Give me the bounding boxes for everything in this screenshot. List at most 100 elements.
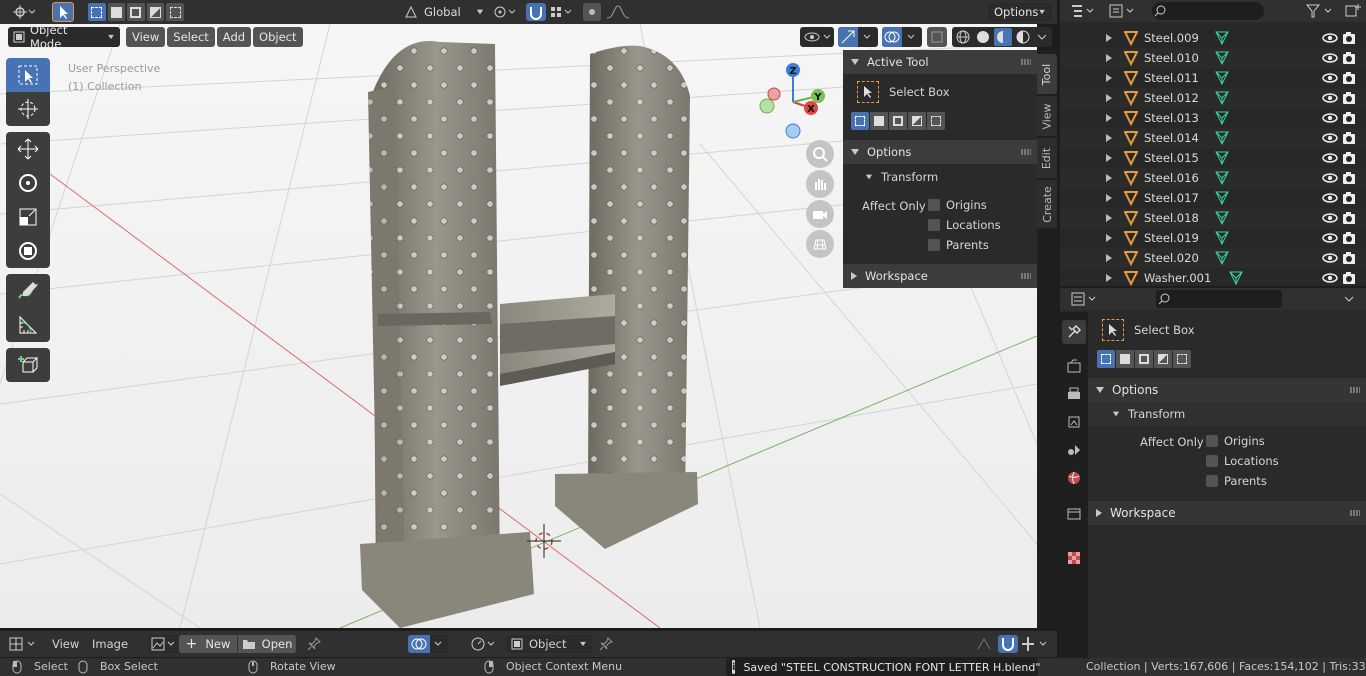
outliner-row[interactable]: Steel.014 — [1060, 128, 1366, 148]
outliner-row[interactable]: Steel.012 — [1060, 88, 1366, 108]
filter-icon[interactable] — [1304, 3, 1338, 19]
menu-object[interactable]: Object — [253, 27, 303, 47]
object-mode-dropdown[interactable]: Object Mode — [8, 23, 120, 51]
xray-toggle[interactable] — [927, 27, 947, 47]
expand-arrow-icon[interactable] — [1106, 254, 1112, 262]
gizmo-toggle[interactable] — [838, 27, 878, 47]
workspace-header[interactable]: Workspace — [843, 264, 1037, 288]
pin-icon[interactable] — [306, 636, 322, 652]
mesh-data-icon[interactable] — [1214, 170, 1230, 189]
mesh-data-icon[interactable] — [1214, 90, 1230, 109]
pivot-dropdown-image[interactable] — [468, 635, 498, 653]
eye-icon[interactable] — [1322, 71, 1338, 88]
editor-type-icon[interactable] — [8, 3, 40, 21]
outliner-row[interactable]: Steel.011 — [1060, 68, 1366, 88]
outliner-row[interactable]: Steel.019 — [1060, 228, 1366, 248]
new-image-button[interactable]: + New — [179, 635, 237, 653]
camera-render-icon[interactable] — [1342, 171, 1356, 188]
properties-check-parents[interactable]: Parents — [1206, 474, 1267, 488]
properties-mode-buttons[interactable] — [1097, 350, 1191, 368]
image-editor-type-icon[interactable] — [8, 635, 40, 653]
move-tool[interactable] — [6, 132, 50, 166]
camera-render-icon[interactable] — [1342, 31, 1356, 48]
mesh-data-icon[interactable] — [1214, 150, 1230, 169]
properties-check-locations[interactable]: Locations — [1206, 454, 1279, 468]
image-browse-icon[interactable] — [148, 635, 178, 653]
mode-new-icon[interactable] — [88, 3, 106, 21]
check-origins[interactable]: Origins — [928, 198, 987, 212]
uv-snap-toggle[interactable] — [998, 635, 1018, 653]
outliner-type-icon[interactable] — [1070, 3, 1098, 19]
pan-hand-icon[interactable] — [806, 170, 834, 198]
display-mode-icon[interactable] — [1108, 3, 1138, 19]
cursor-tool[interactable] — [6, 92, 50, 126]
visibility-dropdown[interactable] — [800, 27, 834, 47]
image-menu-view[interactable]: View — [52, 637, 79, 651]
mesh-data-icon[interactable] — [1214, 110, 1230, 129]
transform-tool[interactable] — [6, 234, 50, 268]
camera-render-icon[interactable] — [1342, 251, 1356, 268]
mode-extend-icon[interactable] — [107, 3, 126, 21]
expand-arrow-icon[interactable] — [1106, 34, 1112, 42]
options-dropdown[interactable]: Options — [988, 3, 1052, 21]
navigation-gizmo[interactable]: Z X Y — [756, 60, 828, 142]
image-menu-image[interactable]: Image — [92, 637, 128, 651]
solid-shading-icon[interactable] — [974, 28, 992, 46]
material-shading-icon[interactable] — [994, 28, 1012, 46]
uv-snap-settings[interactable] — [1020, 635, 1052, 653]
properties-transform-subheader[interactable]: Transform — [1088, 402, 1366, 426]
npanel-mode-buttons[interactable] — [851, 112, 945, 130]
camera-render-icon[interactable] — [1342, 91, 1356, 108]
mode-intersect-icon[interactable] — [166, 3, 184, 21]
outliner-row[interactable]: Steel.016 — [1060, 168, 1366, 188]
tab-texture[interactable] — [1062, 546, 1086, 570]
mesh-data-icon[interactable] — [1214, 230, 1230, 249]
shading-dropdown-icon[interactable] — [1034, 28, 1050, 46]
camera-render-icon[interactable] — [1342, 211, 1356, 228]
tab-tool[interactable]: Tool — [1037, 54, 1057, 94]
mesh-data-icon[interactable] — [1214, 70, 1230, 89]
menu-view[interactable]: View — [126, 27, 166, 47]
pin-icon-2[interactable] — [598, 636, 614, 652]
eye-icon[interactable] — [1322, 51, 1338, 68]
rendered-shading-icon[interactable] — [1014, 28, 1032, 46]
transform-orientation-dropdown[interactable]: Global — [404, 3, 484, 21]
tab-edit[interactable]: Edit — [1037, 138, 1057, 178]
mode-subtract-icon[interactable] — [127, 3, 145, 21]
camera-render-icon[interactable] — [1342, 131, 1356, 148]
camera-render-icon[interactable] — [1342, 231, 1356, 248]
eye-icon[interactable] — [1322, 131, 1338, 148]
camera-render-icon[interactable] — [1342, 51, 1356, 68]
properties-type-icon[interactable] — [1070, 291, 1100, 307]
eye-icon[interactable] — [1322, 151, 1338, 168]
image-overlays-toggle[interactable] — [408, 635, 448, 653]
active-tool-select-box[interactable]: Select Box — [857, 80, 950, 104]
overlays-toggle[interactable] — [882, 27, 922, 47]
snap-toggle[interactable] — [526, 3, 546, 21]
outliner-row[interactable]: Steel.010 — [1060, 48, 1366, 68]
ortho-grid-icon[interactable] — [806, 230, 834, 258]
select-box-tool[interactable] — [6, 58, 50, 92]
falloff-icon[interactable] — [604, 3, 632, 21]
properties-options-chevron[interactable] — [1342, 292, 1356, 306]
transform-subheader[interactable]: Transform — [865, 168, 938, 186]
camera-render-icon[interactable] — [1342, 111, 1356, 128]
properties-tool-row[interactable]: Select Box — [1102, 318, 1195, 342]
mesh-data-icon[interactable] — [1214, 190, 1230, 209]
uv-sync-icon[interactable] — [974, 635, 994, 653]
expand-arrow-icon[interactable] — [1106, 94, 1112, 102]
camera-render-icon[interactable] — [1342, 191, 1356, 208]
camera-icon[interactable] — [806, 200, 834, 228]
tab-render[interactable] — [1062, 354, 1086, 378]
properties-workspace-header[interactable]: Workspace — [1088, 501, 1366, 525]
properties-check-origins[interactable]: Origins — [1206, 434, 1265, 448]
expand-arrow-icon[interactable] — [1106, 214, 1112, 222]
expand-arrow-icon[interactable] — [1106, 194, 1112, 202]
rotate-tool[interactable] — [6, 166, 50, 200]
outliner-search[interactable] — [1152, 2, 1264, 20]
options-header[interactable]: Options — [843, 140, 1037, 164]
expand-arrow-icon[interactable] — [1106, 274, 1112, 282]
expand-arrow-icon[interactable] — [1106, 134, 1112, 142]
expand-arrow-icon[interactable] — [1106, 54, 1112, 62]
tab-view-layer[interactable] — [1062, 410, 1086, 434]
